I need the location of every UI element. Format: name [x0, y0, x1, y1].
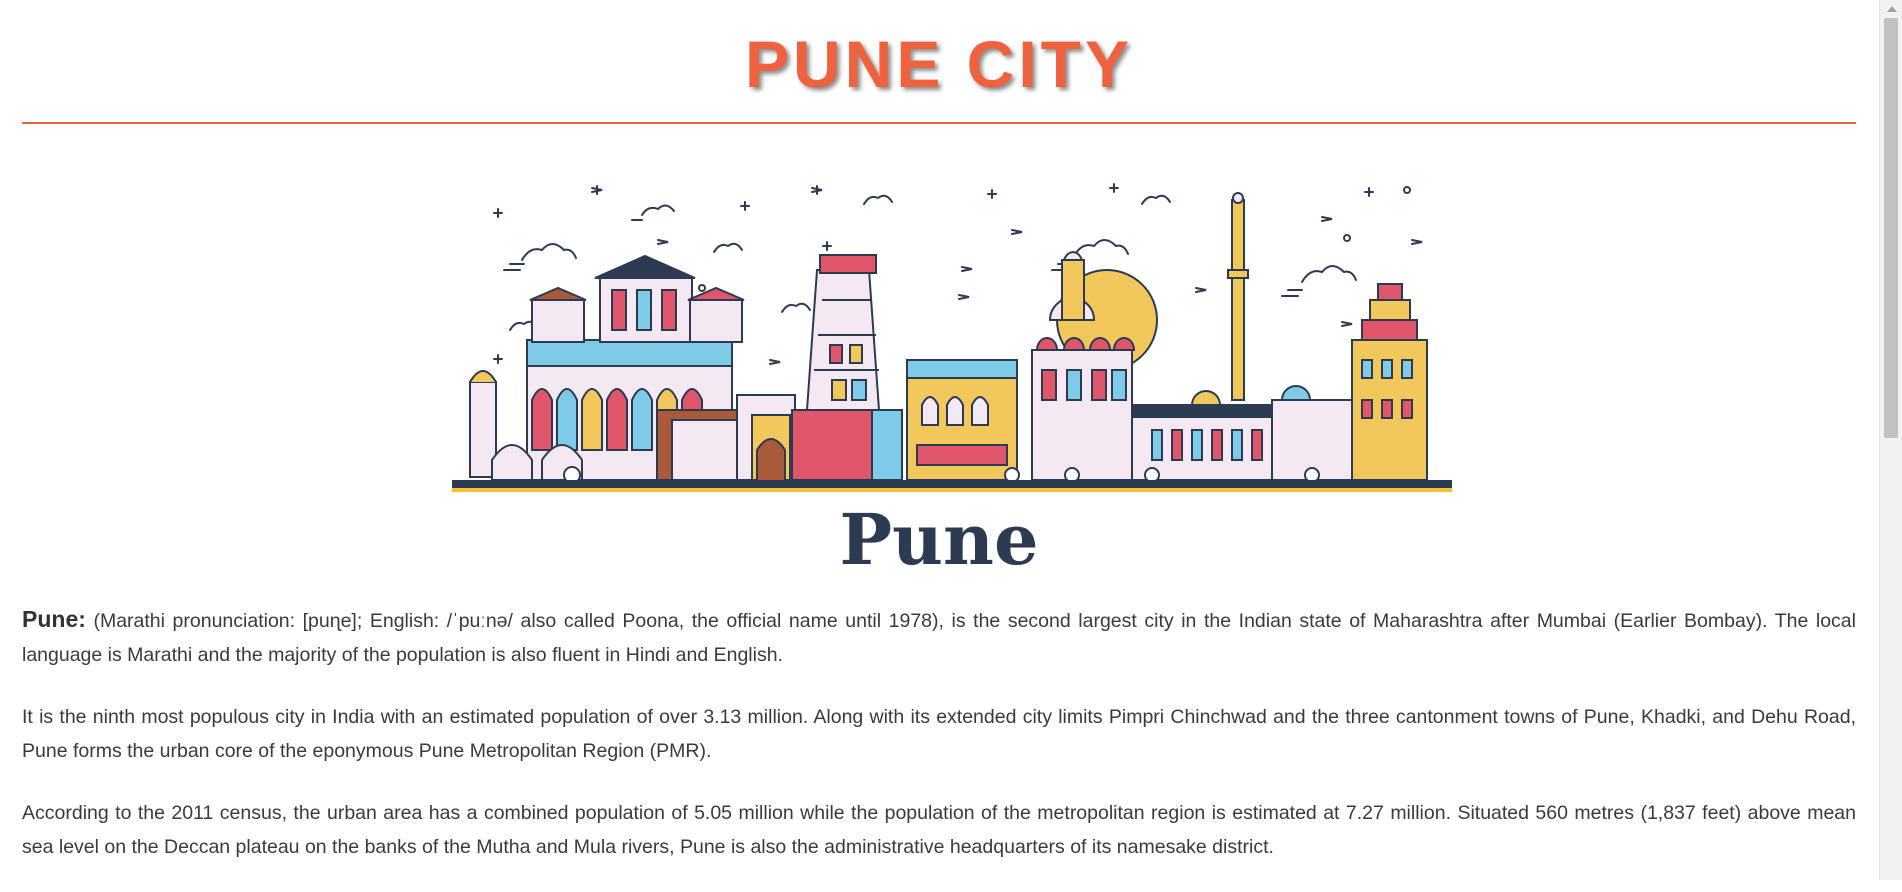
title-divider: [22, 122, 1856, 124]
star-dot: [1343, 234, 1351, 242]
cloud-icon: [863, 194, 893, 205]
article-paragraph-1: Pune: (Marathi pronunciation: [puɳe]; En…: [22, 602, 1856, 672]
article-paragraph-3: According to the 2011 census, the urban …: [22, 802, 1856, 858]
bird-icon: [1411, 239, 1423, 245]
bird-icon: [1195, 287, 1207, 293]
scroll-thumb[interactable]: [1884, 18, 1898, 438]
cloud-icon: [1301, 265, 1357, 283]
ground-accent: [452, 488, 1452, 492]
bird-icon: [1011, 229, 1023, 235]
lead-term: Pune:: [22, 606, 86, 632]
bird-icon: [591, 185, 603, 195]
paragraph-1-text: (Marathi pronunciation: [puɳe]; English:…: [22, 610, 1856, 666]
sparkle-icon: [1109, 183, 1119, 193]
cloud-icon: [1141, 194, 1171, 205]
clock-tower: [1227, 192, 1249, 401]
right-temple: [1271, 283, 1428, 481]
page: PUNE CITY Pune Pune: (Marathi pronunciat…: [22, 0, 1856, 858]
skyline-svg: [452, 183, 1452, 492]
bird-icon: [811, 185, 823, 195]
page-title: PUNE CITY: [744, 27, 1134, 101]
bird-icon: [958, 294, 970, 300]
cloud-icon: [1073, 239, 1129, 257]
cloud-icon: [781, 302, 811, 313]
sparkle-icon: [822, 241, 832, 251]
central-haveli: [906, 359, 1018, 481]
article-body: Pune: (Marathi pronunciation: [puɳe]; En…: [22, 602, 1856, 892]
star-dot: [698, 284, 706, 292]
cloud-icon: [521, 243, 577, 261]
ground-line: [452, 480, 1452, 488]
bird-icon: [1321, 216, 1333, 222]
sparkle-icon: [493, 354, 503, 364]
cloud-icon: [713, 242, 743, 253]
bird-icon: [769, 359, 781, 365]
star-dot: [1403, 186, 1411, 194]
sparkle-icon: [987, 189, 997, 199]
bird-icon: [1341, 321, 1353, 327]
temple-gopuram: [791, 254, 903, 481]
cloud-icon: [641, 204, 675, 216]
pune-wordmark: Pune: [839, 498, 1039, 581]
bird-icon: [961, 266, 973, 272]
vertical-scrollbar[interactable]: [1879, 0, 1902, 880]
sparkle-icon: [740, 201, 750, 211]
article-paragraph-2: It is the ninth most populous city in In…: [22, 706, 1856, 762]
sparkle-icon: [1364, 187, 1374, 197]
sparkle-icon: [493, 208, 503, 218]
scroll-up-arrow-icon[interactable]: [1887, 6, 1897, 12]
cloud-trail: [503, 263, 525, 271]
bird-icon: [657, 239, 669, 245]
